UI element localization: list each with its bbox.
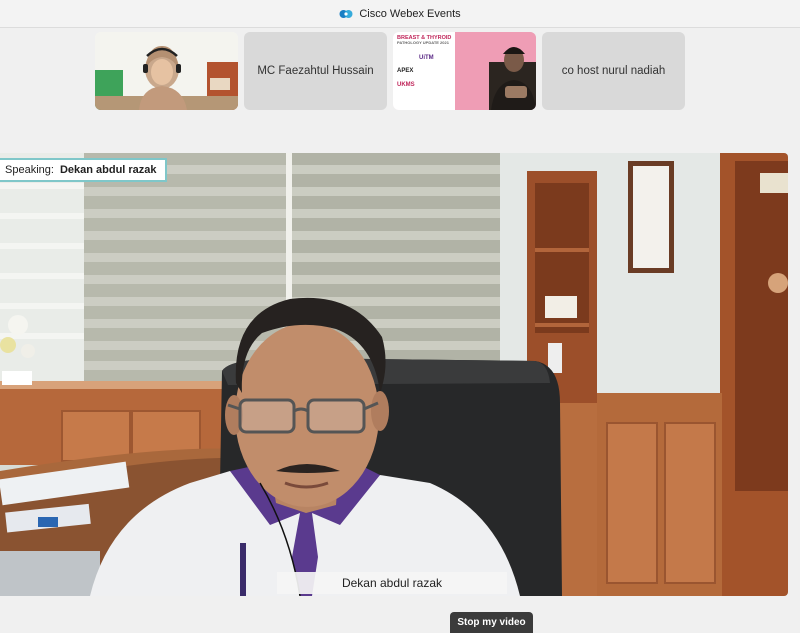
participant-video-feed xyxy=(95,32,238,110)
window-title: Cisco Webex Events xyxy=(359,7,461,20)
participant-name: MC Faezahtul Hussain xyxy=(257,65,374,77)
speaking-indicator: Speaking: Dekan abdul razak xyxy=(0,158,167,182)
webex-logo-icon xyxy=(339,9,353,19)
participant-tile-cohost[interactable]: co host nurul nadiah xyxy=(542,32,685,110)
participant-strip: MC Faezahtul Hussain BREAST & THYROID PA… xyxy=(95,32,685,110)
poster-subtitle: PATHOLOGY UPDATE 2021 xyxy=(397,40,449,46)
speaker-name: Dekan abdul razak xyxy=(59,164,157,176)
participant-tile-poster[interactable]: BREAST & THYROID PATHOLOGY UPDATE 2021 U… xyxy=(393,32,536,110)
stop-video-label: Stop my video xyxy=(457,617,526,628)
window-titlebar: Cisco Webex Events xyxy=(0,0,800,28)
participant-tile-mc[interactable]: MC Faezahtul Hussain xyxy=(244,32,387,110)
poster-logo-apex: APEX xyxy=(397,67,414,74)
main-video[interactable] xyxy=(0,153,788,596)
video-name-tag: Dekan abdul razak xyxy=(277,572,507,594)
name-tag-text: Dekan abdul razak xyxy=(341,576,443,590)
poster-logo-uitm: UiTM xyxy=(419,54,434,61)
speaking-label: Speaking: xyxy=(5,164,54,176)
poster-logo-ukms: UKMS xyxy=(397,81,415,88)
speaker-video-feed xyxy=(0,153,788,596)
participant-name: co host nurul nadiah xyxy=(561,65,666,77)
stop-video-button[interactable]: Stop my video xyxy=(450,612,533,633)
participant-tile-video[interactable] xyxy=(95,32,238,110)
